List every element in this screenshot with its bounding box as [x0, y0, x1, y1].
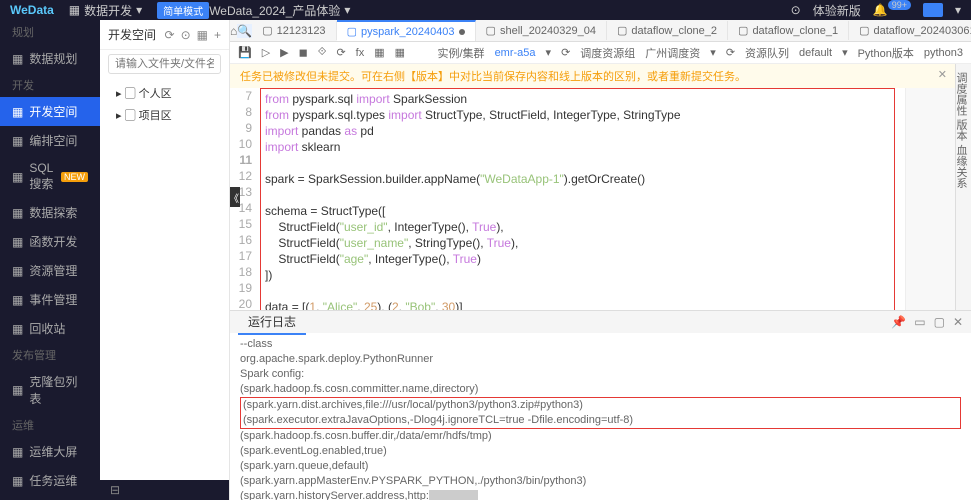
nav-clone-list[interactable]: ▦ 克隆包列表 — [0, 367, 100, 413]
menu-data-dev[interactable]: ▦ 数据开发 ▾ — [69, 2, 142, 19]
fx-icon[interactable]: fx — [356, 47, 365, 59]
tree-title: 开发空间 — [108, 26, 156, 43]
nav-resource-mgmt[interactable]: ▦ 资源管理 — [0, 256, 100, 285]
add-icon[interactable]: + — [214, 28, 221, 42]
home-icon[interactable]: ⌂ — [230, 24, 237, 38]
mode-badge: 简单模式 — [157, 2, 209, 19]
python-select[interactable]: python3 — [924, 47, 963, 59]
bell-icon[interactable]: 🔔99+ — [873, 3, 911, 17]
help-icon[interactable]: ⊙ — [791, 3, 801, 17]
toolbar: 💾 ▷ ▶ ◼ ⟐ ⟳ fx ▦ ▦ 实例/集群 emr-a5a▾ ⟳ 调度资源… — [230, 42, 971, 64]
close-warning-icon[interactable]: ✕ — [938, 68, 947, 81]
nav-sql-search[interactable]: ▦ SQL 搜索 NEW — [0, 155, 100, 198]
folder-icon[interactable]: ▦ — [197, 28, 208, 42]
nav-ops-screen[interactable]: ▦ 运维大屏 — [0, 437, 100, 466]
locate-icon[interactable]: ⊙ — [181, 28, 191, 42]
nav-task-ops[interactable]: ▦ 任务运维 — [0, 466, 100, 495]
instance-select[interactable]: emr-a5a — [495, 47, 536, 59]
tree-item-project[interactable]: ▸ ▢ 项目区 — [100, 104, 229, 126]
code-editor[interactable]: 789101112131415161718192021222324252627 … — [230, 88, 955, 310]
var-icon[interactable]: ▦ — [374, 46, 384, 59]
nav-func-dev[interactable]: ▦ 函数开发 — [0, 227, 100, 256]
logo: WeData — [10, 3, 54, 17]
refresh-icon[interactable]: ⟳ — [165, 28, 175, 42]
log-tab[interactable]: 运行日志 — [238, 310, 306, 335]
tab-2[interactable]: ▢ pyspark_20240403 — [337, 20, 476, 41]
file-tabs: ⌂ 🔍 ▢ 12123123 ▢ pyspark_20240403 ▢ shel… — [230, 20, 971, 42]
refresh-instance-icon[interactable]: ⟳ — [561, 46, 570, 59]
tab-6[interactable]: ▢ dataflow_202403061 — [849, 21, 971, 40]
nav-dev-space[interactable]: ▦ 开发空间 — [0, 97, 100, 126]
warning-bar: 任务已被修改但未提交。可在右侧【版本】中对比当前保存内容和线上版本的区别，或者重… — [230, 64, 955, 88]
sidebar: 规划 ▦ 数据规划 开发 ▦ 开发空间 ▦ 编排空间 ▦ SQL 搜索 NEW … — [0, 20, 100, 500]
tree-panel: 开发空间 ⟳ ⊙ ▦ + ▸ ▢ 个人区 ▸ ▢ 项目区 ⊟ — [100, 20, 230, 500]
queue-select[interactable]: default — [799, 47, 832, 59]
reload-icon[interactable]: ⟳ — [336, 46, 345, 59]
nav-instance-ops[interactable]: ▦ 实例运维 — [0, 495, 100, 500]
tab-5[interactable]: ▢ dataflow_clone_1 — [728, 21, 849, 40]
tab-1[interactable]: ▢ 12123123 — [252, 21, 336, 40]
nav-recycle[interactable]: ▦ 回收站 — [0, 314, 100, 343]
refresh-resource-icon[interactable]: ⟳ — [726, 46, 735, 59]
collapse-icon[interactable]: ⊟ — [110, 483, 120, 497]
avatar[interactable] — [923, 3, 943, 17]
nav-data-explore[interactable]: ▦ 数据探索 — [0, 198, 100, 227]
user-dropdown[interactable]: ▾ — [955, 3, 961, 17]
tab-3[interactable]: ▢ shell_20240329_04 — [476, 21, 607, 40]
resource-select[interactable]: 广州调度资 — [645, 45, 700, 61]
log-close-icon[interactable]: ✕ — [953, 315, 963, 329]
search-icon[interactable]: 🔍 — [237, 24, 252, 38]
more-icon[interactable]: ▦ — [395, 46, 405, 59]
stop-icon[interactable]: ◼ — [299, 46, 308, 59]
right-tabs[interactable]: 调度属性 版本 血缘关系 — [955, 64, 971, 310]
tab-4[interactable]: ▢ dataflow_clone_2 — [607, 21, 728, 40]
run-icon[interactable]: ▷ — [262, 46, 270, 59]
nav-event-mgmt[interactable]: ▦ 事件管理 — [0, 285, 100, 314]
nav-data-planning[interactable]: ▦ 数据规划 — [0, 44, 100, 73]
product-selector[interactable]: WeData_2024_产品体验 ▾ — [209, 2, 350, 19]
log-max-icon[interactable]: ▢ — [934, 315, 945, 329]
tree-search-input[interactable] — [108, 54, 221, 74]
log-content[interactable]: --class org.apache.spark.deploy.PythonRu… — [230, 333, 971, 500]
log-pin-icon[interactable]: 📌 — [891, 315, 906, 329]
nav-orchestration[interactable]: ▦ 编排空间 — [0, 126, 100, 155]
save-icon[interactable]: 💾 — [238, 46, 252, 59]
tree-item-personal[interactable]: ▸ ▢ 个人区 — [100, 82, 229, 104]
log-min-icon[interactable]: ▭ — [914, 315, 925, 329]
minimap[interactable] — [905, 88, 955, 310]
collapse-handle[interactable]: 《 — [230, 187, 240, 207]
top-bar: WeData ▦ 数据开发 ▾ 简单模式 WeData_2024_产品体验 ▾ … — [0, 0, 971, 20]
run2-icon[interactable]: ▶ — [280, 46, 288, 59]
format-icon[interactable]: ⟐ — [318, 46, 327, 59]
trial-link[interactable]: 体验新版 — [813, 2, 861, 19]
